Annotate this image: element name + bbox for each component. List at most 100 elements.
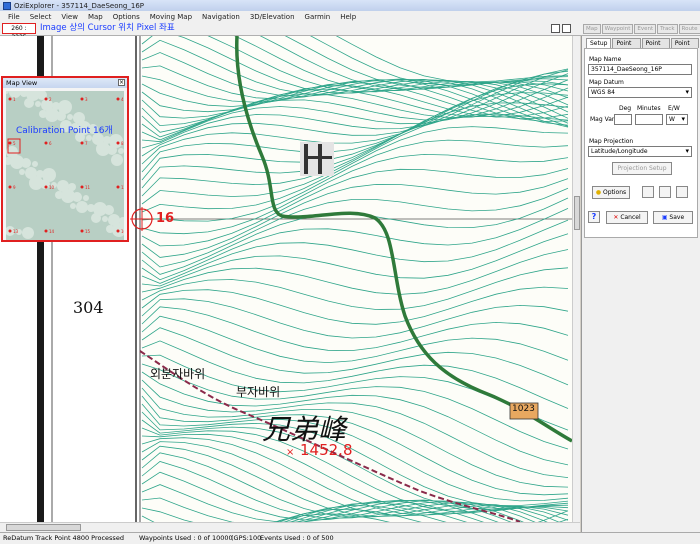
calibration-point bbox=[8, 141, 12, 145]
contour-line bbox=[141, 153, 569, 235]
terrain-patch bbox=[70, 203, 76, 209]
tab-point-1[interactable]: Point 1 bbox=[612, 38, 641, 56]
contour-line bbox=[141, 178, 569, 258]
terrain-patch bbox=[108, 214, 120, 226]
cancel-x-icon: ✕ bbox=[613, 214, 619, 221]
calibration-point-label: 11 bbox=[85, 185, 91, 190]
menu-help[interactable]: Help bbox=[340, 13, 356, 21]
magnifier-icon[interactable] bbox=[659, 186, 671, 198]
menu-garmin[interactable]: Garmin bbox=[305, 13, 331, 21]
terrain-patch bbox=[19, 169, 25, 175]
options-label: Options bbox=[603, 189, 627, 196]
close-icon[interactable]: × bbox=[118, 79, 125, 86]
contour-line bbox=[141, 168, 569, 247]
calibration-point bbox=[8, 229, 12, 233]
map-view-panel[interactable]: Map View × 12345678910111213141516 Calib… bbox=[1, 76, 129, 242]
terrain-patch bbox=[32, 161, 38, 167]
terrain-patch bbox=[35, 101, 41, 107]
cursor-coordinates: 260 : 3335 bbox=[2, 23, 36, 41]
mag-var-label: Mag Var bbox=[590, 116, 615, 123]
terrain-patch bbox=[104, 205, 114, 215]
side-panel: Setup Point 1 Point 2 Point 3 Map Name 3… bbox=[581, 36, 700, 532]
menu-view[interactable]: View bbox=[61, 13, 78, 21]
minutes-label: Minutes bbox=[637, 105, 661, 112]
menu-moving-map[interactable]: Moving Map bbox=[150, 13, 192, 21]
elevation-label: 1452.8 bbox=[300, 441, 353, 459]
contour-line bbox=[141, 197, 569, 275]
grid-icon[interactable] bbox=[642, 186, 654, 198]
menu-3d-elevation[interactable]: 3D/Elevation bbox=[250, 13, 295, 21]
calibration-point-label: 12 bbox=[121, 185, 124, 190]
lightbulb-icon: ● bbox=[595, 189, 602, 196]
menu-file[interactable]: File bbox=[8, 13, 20, 21]
ew-select[interactable]: W bbox=[666, 114, 688, 125]
terrain-patch bbox=[22, 227, 34, 239]
tb-tab-map[interactable]: Map bbox=[583, 24, 601, 34]
calibration-point bbox=[80, 141, 84, 145]
window-icon[interactable] bbox=[551, 24, 560, 33]
marker-label: 16 bbox=[156, 211, 175, 226]
place-label-2: 부자바위 bbox=[236, 385, 281, 399]
calibration-point bbox=[44, 97, 48, 101]
projection-setup-button[interactable]: Projection Setup bbox=[612, 162, 672, 175]
calibration-point bbox=[80, 185, 84, 189]
calibration-point-label: 10 bbox=[49, 185, 55, 190]
tab-point-2[interactable]: Point 2 bbox=[641, 38, 670, 56]
contour-line bbox=[141, 500, 485, 522]
map-thumbnail[interactable]: 12345678910111213141516 Calibration Poin… bbox=[6, 91, 124, 240]
contour-line bbox=[141, 187, 569, 268]
map-view-header[interactable]: Map View × bbox=[3, 78, 127, 88]
menu-options[interactable]: Options bbox=[113, 13, 140, 21]
menu-navigation[interactable]: Navigation bbox=[202, 13, 240, 21]
contour-line bbox=[141, 395, 569, 496]
vertical-scrollbar[interactable] bbox=[572, 36, 580, 522]
map-datum-label: Map Datum bbox=[589, 79, 624, 86]
scroll-thumb[interactable] bbox=[6, 524, 81, 531]
mag-var-minutes-input[interactable] bbox=[635, 114, 663, 125]
projection-select[interactable]: Latitude/Longitude bbox=[588, 146, 692, 157]
menu-select[interactable]: Select bbox=[30, 13, 52, 21]
calibration-annotation: Calibration Point 16개 bbox=[16, 126, 113, 136]
terrain-patch bbox=[21, 158, 31, 168]
menu-map[interactable]: Map bbox=[88, 13, 103, 21]
scroll-thumb[interactable] bbox=[574, 196, 580, 230]
svg-text:×: × bbox=[286, 447, 294, 458]
calibration-point bbox=[80, 97, 84, 101]
calibration-point bbox=[44, 229, 48, 233]
place-label-1: 외분자바위 bbox=[150, 367, 206, 381]
terrain-patch bbox=[72, 192, 82, 202]
toolbar: 260 : 3335 Image 상의 Cursor 위치 Pixel 좌표 M… bbox=[0, 22, 700, 41]
save-button[interactable]: ▣ Save bbox=[653, 211, 693, 224]
map-name-input[interactable]: 357114_DaeSeong_16P bbox=[588, 64, 692, 75]
tab-point-3[interactable]: Point 3 bbox=[670, 38, 699, 56]
terrain-patch bbox=[76, 201, 88, 213]
ew-label: E/W bbox=[668, 105, 680, 112]
options-button[interactable]: ● Options bbox=[592, 186, 630, 199]
status-events: Events Used : 0 of 500 bbox=[260, 534, 334, 542]
tab-setup[interactable]: Setup bbox=[586, 38, 612, 48]
map-datum-select[interactable]: WGS 84 bbox=[588, 87, 692, 98]
contour-line bbox=[141, 403, 569, 502]
terrain-patch bbox=[83, 195, 89, 201]
mag-var-deg-input[interactable] bbox=[614, 114, 632, 125]
terrain-patch bbox=[67, 114, 73, 120]
cancel-button[interactable]: ✕ Cancel bbox=[606, 211, 648, 224]
status-bar: ReDatum Track Point 4800 Processed Waypo… bbox=[0, 532, 700, 544]
tb-tab-event[interactable]: Event bbox=[634, 24, 657, 34]
contour-line bbox=[141, 113, 569, 205]
contour-line bbox=[141, 52, 569, 124]
terrain-patch bbox=[25, 167, 37, 179]
calibration-point-label: 15 bbox=[85, 229, 91, 234]
save-icon: ▣ bbox=[661, 214, 668, 221]
help-button[interactable]: ? bbox=[588, 211, 600, 223]
tb-tab-waypoint[interactable]: Waypoint bbox=[601, 24, 634, 34]
window-icon[interactable] bbox=[676, 186, 688, 198]
contour-line bbox=[141, 36, 569, 113]
terrain-patch bbox=[57, 180, 69, 192]
calibration-point bbox=[116, 229, 120, 233]
tb-tab-route[interactable]: Route bbox=[678, 24, 700, 34]
tb-tab-track[interactable]: Track bbox=[657, 24, 678, 34]
monitor-icon[interactable] bbox=[562, 24, 571, 33]
calibration-point-label: 13 bbox=[13, 229, 19, 234]
horizontal-scrollbar[interactable] bbox=[0, 522, 580, 532]
